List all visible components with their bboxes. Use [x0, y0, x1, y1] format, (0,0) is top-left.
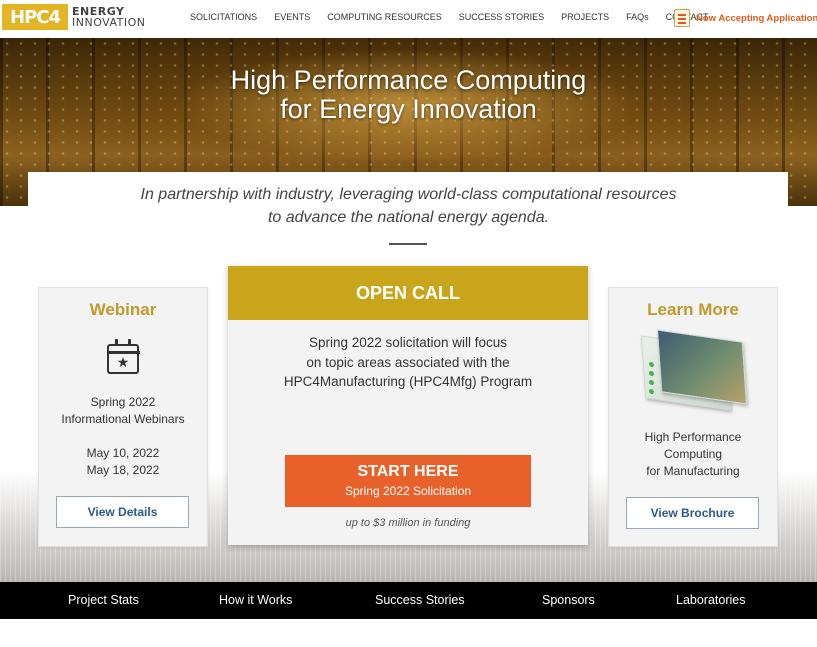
- logo-mark: HPC4: [2, 4, 68, 30]
- brochure-image[interactable]: [639, 329, 751, 412]
- webinar-date1: May 10, 2022: [86, 446, 160, 460]
- webinar-date2: May 18, 2022: [86, 463, 160, 477]
- open-call-card: OPEN CALL Spring 2022 solicitation will …: [228, 266, 588, 545]
- learn-more-title: Learn More: [647, 300, 739, 319]
- view-details-button[interactable]: View Details: [56, 496, 189, 528]
- footer-nav: Project Stats How it Works Success Stori…: [0, 582, 817, 619]
- hero-title-line1: High Performance Computing: [230, 65, 587, 95]
- tagline-line2: to advance the national energy agenda.: [267, 209, 550, 226]
- webinar-title: Webinar: [89, 300, 157, 319]
- document-icon: [674, 9, 690, 27]
- footer-success-stories[interactable]: Success Stories: [375, 593, 465, 607]
- logo-text: ENERGY INNOVATION: [72, 6, 146, 28]
- open-call-line1: Spring 2022 solicitation will focus: [308, 335, 508, 350]
- funding-note: up to $3 million in funding: [345, 517, 471, 529]
- webinar-text-line1: Spring 2022: [90, 395, 156, 409]
- now-accepting-label: Now Accepting Applications: [696, 12, 817, 24]
- page: HPC4 ENERGY INNOVATION SOLICITATIONS EVE…: [0, 0, 817, 647]
- nav-events[interactable]: EVENTS: [274, 12, 310, 22]
- nav-solicitations[interactable]: SOLICITATIONS: [190, 12, 257, 22]
- footer-how-it-works[interactable]: How it Works: [219, 593, 292, 607]
- learn-more-card: Learn More High Performance Computing fo…: [608, 287, 778, 547]
- view-brochure-button[interactable]: View Brochure: [626, 497, 759, 529]
- nav-computing-resources[interactable]: COMPUTING RESOURCES: [327, 12, 442, 22]
- learn-more-text-line1: High Performance: [644, 430, 742, 444]
- nav-faqs[interactable]: FAQs: [626, 12, 649, 22]
- open-call-line3: HPC4Manufacturing (HPC4Mfg) Program: [283, 374, 533, 389]
- nav-projects[interactable]: PROJECTS: [561, 12, 609, 22]
- site-logo[interactable]: HPC4 ENERGY INNOVATION: [2, 4, 146, 30]
- webinar-card: Webinar ★ Spring 2022 Informational Webi…: [38, 287, 208, 547]
- footer-sponsors[interactable]: Sponsors: [542, 593, 595, 607]
- nav-success-stories[interactable]: SUCCESS STORIES: [459, 12, 544, 22]
- open-call-line2: on topic areas associated with the: [306, 355, 510, 370]
- hero-title-line2: for Energy Innovation: [280, 94, 537, 124]
- start-here-sublabel: Spring 2022 Solicitation: [344, 484, 472, 498]
- now-accepting-link[interactable]: Now Accepting Applications: [674, 9, 817, 27]
- footer-project-stats[interactable]: Project Stats: [68, 593, 139, 607]
- tagline-line1: In partnership with industry, leveraging…: [140, 186, 677, 203]
- open-call-title: OPEN CALL: [228, 266, 588, 320]
- learn-more-text-line3: for Manufacturing: [646, 464, 740, 478]
- section-divider: [389, 243, 427, 245]
- main-nav: SOLICITATIONS EVENTS COMPUTING RESOURCES…: [190, 12, 708, 22]
- brochure-page-front: [656, 329, 748, 405]
- brochure-bullets: [649, 361, 654, 398]
- learn-more-text-line2: Computing: [663, 447, 723, 461]
- site-header: HPC4 ENERGY INNOVATION SOLICITATIONS EVE…: [0, 0, 817, 38]
- webinar-text-line2: Informational Webinars: [61, 412, 185, 426]
- start-here-label: START HERE: [357, 463, 459, 480]
- logo-line2: INNOVATION: [72, 16, 146, 29]
- start-here-button[interactable]: START HERE Spring 2022 Solicitation: [285, 455, 531, 507]
- calendar-star-icon: ★: [106, 339, 140, 374]
- footer-laboratories[interactable]: Laboratories: [676, 593, 746, 607]
